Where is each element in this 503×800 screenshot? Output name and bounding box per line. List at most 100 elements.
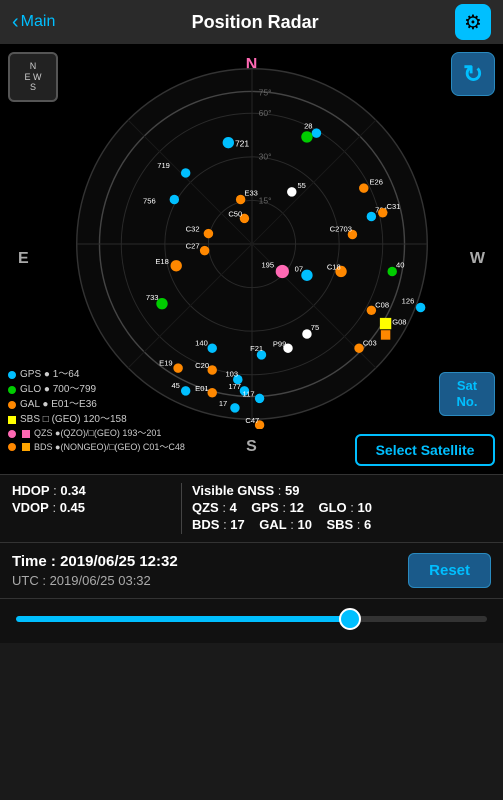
svg-text:195: 195 bbox=[261, 261, 274, 270]
hdop-label: HDOP bbox=[12, 483, 50, 498]
legend-sbs: SBS □ (GEO) 120～158 bbox=[8, 412, 185, 427]
bds-stat-value: 17 bbox=[230, 517, 244, 532]
legend-bds-label: BDS ●(NONGEO)/□(GEO) C01～C48 bbox=[34, 441, 185, 455]
svg-text:30°: 30° bbox=[258, 152, 271, 162]
gal-stat-label: GAL bbox=[259, 517, 286, 532]
legend-gal: GAL ● E01～E36 bbox=[8, 397, 185, 412]
svg-text:E19: E19 bbox=[159, 358, 172, 367]
gal-stat-value: 10 bbox=[298, 517, 312, 532]
refresh-icon: ↻ bbox=[463, 60, 483, 89]
legend-gal-label: GAL ● E01～E36 bbox=[20, 397, 97, 412]
svg-text:140: 140 bbox=[195, 338, 208, 347]
back-button[interactable]: ‹ Main bbox=[12, 11, 55, 34]
glo-stat-value: 10 bbox=[358, 500, 372, 515]
legend-bds: BDS ●(NONGEO)/□(GEO) C01～C48 bbox=[8, 441, 185, 455]
compass-rose: NE WS bbox=[8, 52, 58, 102]
bds-gal-row: BDS : 17 GAL : 10 SBS : 6 bbox=[192, 517, 491, 532]
svg-text:P99: P99 bbox=[272, 339, 285, 348]
svg-text:17: 17 bbox=[218, 399, 226, 408]
sat-no-button[interactable]: Sat No. bbox=[439, 372, 495, 416]
svg-text:E18: E18 bbox=[155, 257, 168, 266]
chevron-left-icon: ‹ bbox=[12, 11, 19, 34]
svg-text:75: 75 bbox=[310, 323, 318, 332]
time-display: Time : 2019/06/25 12:32 bbox=[12, 553, 178, 570]
header: ‹ Main Position Radar ⚙ bbox=[0, 0, 503, 44]
time-info: Time : 2019/06/25 12:32 UTC : 2019/06/25… bbox=[12, 553, 178, 588]
svg-text:126: 126 bbox=[401, 297, 414, 306]
cardinal-south: S bbox=[246, 438, 257, 456]
gal-dot bbox=[8, 401, 16, 409]
legend-glo-label: GLO ● 700～799 bbox=[20, 382, 96, 397]
legend-qzs: QZS ●(QZO)/□(GEO) 193～201 bbox=[8, 427, 185, 441]
legend-qzs-label: QZS ●(QZO)/□(GEO) 193～201 bbox=[34, 427, 161, 441]
page-title: Position Radar bbox=[192, 12, 319, 33]
qzs-label: QZS bbox=[192, 500, 219, 515]
legend-glo: GLO ● 700～799 bbox=[8, 382, 185, 397]
back-label: Main bbox=[21, 13, 56, 31]
compass-label: NE WS bbox=[25, 61, 42, 93]
stats-section: HDOP : 0.34 VDOP : 0.45 Visible GNSS : 5… bbox=[0, 474, 503, 542]
utc-display: UTC : 2019/06/25 03:32 bbox=[12, 573, 178, 588]
utc-label: UTC bbox=[12, 573, 39, 588]
svg-text:177: 177 bbox=[228, 382, 241, 391]
gear-button[interactable]: ⚙ bbox=[455, 4, 491, 40]
gear-icon: ⚙ bbox=[464, 10, 482, 35]
legend: GPS ● 1～64 GLO ● 700～799 GAL ● E01～E36 S… bbox=[8, 367, 185, 454]
svg-text:40: 40 bbox=[396, 261, 404, 270]
svg-text:C03: C03 bbox=[362, 338, 376, 347]
svg-text:C27: C27 bbox=[185, 242, 199, 251]
svg-text:60°: 60° bbox=[258, 108, 271, 118]
visible-gnss-value: 59 bbox=[285, 483, 299, 498]
qzs-gps-row: QZS : 4 GPS : 12 GLO : 10 bbox=[192, 500, 491, 515]
glo-stat-label: GLO bbox=[319, 500, 347, 515]
svg-text:E26: E26 bbox=[369, 177, 382, 186]
visible-gnss-label: Visible GNSS bbox=[192, 483, 274, 498]
reset-button[interactable]: Reset bbox=[408, 553, 491, 588]
legend-sbs-label: SBS □ (GEO) 120～158 bbox=[20, 412, 127, 427]
qzs-square bbox=[22, 430, 30, 438]
svg-text:75°: 75° bbox=[258, 87, 271, 97]
svg-text:C20: C20 bbox=[195, 361, 209, 370]
vdop-label: VDOP bbox=[12, 500, 49, 515]
time-value: 2019/06/25 12:32 bbox=[60, 553, 178, 570]
legend-gps-label: GPS ● 1～64 bbox=[20, 367, 79, 382]
svg-text:719: 719 bbox=[157, 161, 170, 170]
svg-text:C18: C18 bbox=[326, 263, 340, 272]
utc-value: 2019/06/25 03:32 bbox=[50, 573, 151, 588]
qzs-value: 4 bbox=[230, 500, 237, 515]
stats-right: Visible GNSS : 59 QZS : 4 GPS : 12 GLO :… bbox=[182, 483, 491, 534]
time-label: Time bbox=[12, 553, 47, 570]
svg-text:15°: 15° bbox=[258, 195, 271, 205]
refresh-button[interactable]: ↻ bbox=[451, 52, 495, 96]
visible-gnss-row: Visible GNSS : 59 bbox=[192, 483, 491, 498]
time-slider[interactable] bbox=[16, 616, 487, 622]
svg-text:C32: C32 bbox=[185, 225, 199, 234]
svg-text:721: 721 bbox=[234, 138, 248, 148]
time-section: Time : 2019/06/25 12:32 UTC : 2019/06/25… bbox=[0, 542, 503, 598]
svg-text:C08: C08 bbox=[375, 300, 389, 309]
svg-text:103: 103 bbox=[225, 370, 238, 379]
svg-text:733: 733 bbox=[145, 293, 158, 302]
svg-text:E01: E01 bbox=[195, 384, 208, 393]
sbs-stat-value: 6 bbox=[364, 517, 371, 532]
slider-section bbox=[0, 598, 503, 643]
stats-left: HDOP : 0.34 VDOP : 0.45 bbox=[12, 483, 182, 534]
hdop-value: 0.34 bbox=[60, 483, 85, 498]
svg-text:C2703: C2703 bbox=[329, 225, 351, 234]
sbs-square bbox=[8, 416, 16, 424]
select-satellite-button[interactable]: Select Satellite bbox=[355, 434, 495, 466]
bds-square bbox=[22, 443, 30, 451]
svg-text:G08: G08 bbox=[392, 318, 406, 327]
gps-stat-label: GPS bbox=[251, 500, 278, 515]
svg-text:117: 117 bbox=[242, 390, 254, 399]
cardinal-east: E bbox=[18, 250, 29, 268]
svg-text:55: 55 bbox=[297, 181, 305, 190]
svg-text:28: 28 bbox=[304, 121, 312, 130]
select-satellite-label: Select Satellite bbox=[376, 442, 475, 458]
svg-text:756: 756 bbox=[143, 196, 156, 205]
hdop-row: HDOP : 0.34 bbox=[12, 483, 171, 498]
radar-section: NE WS ↻ N S E W 15° 30° 60° 75° bbox=[0, 44, 503, 474]
glo-dot bbox=[8, 386, 16, 394]
sat-no-label: Sat No. bbox=[457, 378, 478, 409]
vdop-row: VDOP : 0.45 bbox=[12, 500, 171, 515]
